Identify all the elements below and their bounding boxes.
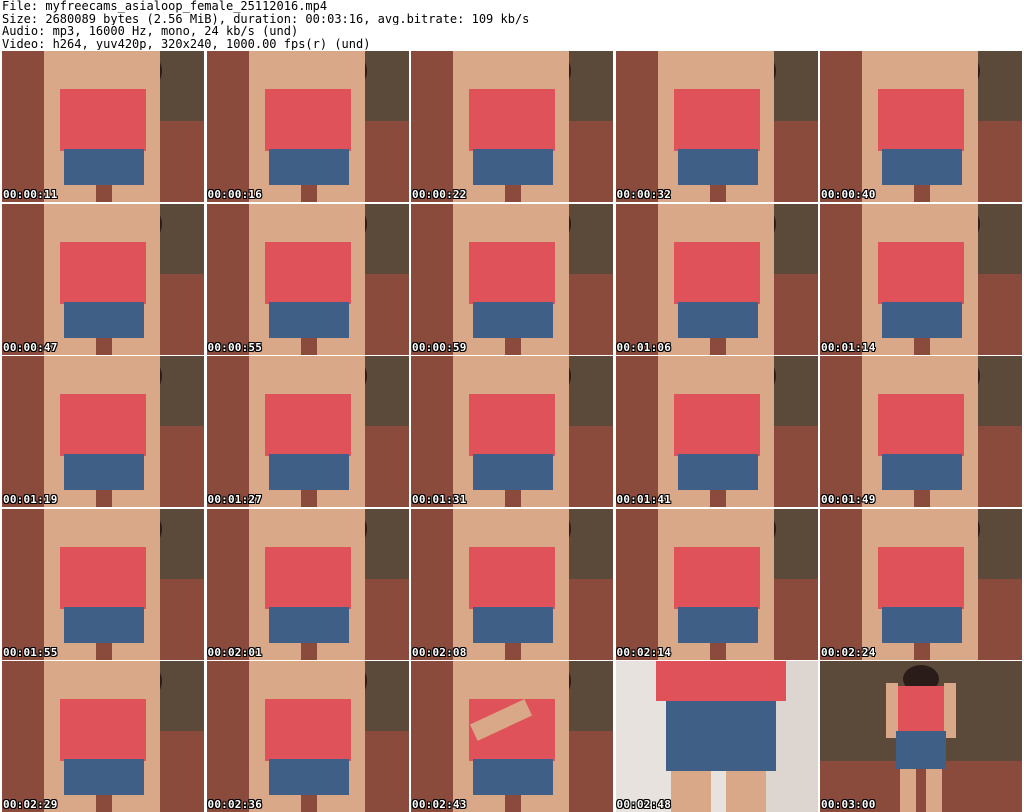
frame-image — [206, 661, 409, 812]
thumbnail-timestamp: 00:00:47 — [3, 340, 58, 354]
video-thumbnail: 00:01:14 — [820, 203, 1022, 355]
file-info-header: File: myfreecams_asialoop_female_2511201… — [2, 0, 1020, 50]
thumbnail-timestamp: 00:00:11 — [3, 188, 58, 201]
video-thumbnail: 00:00:11 — [2, 51, 204, 202]
thumbnail-timestamp: 00:02:48 — [616, 798, 672, 811]
frame-image — [615, 661, 818, 812]
frame-image — [615, 508, 818, 660]
thumbnail-timestamp: 00:00:32 — [616, 188, 672, 201]
frame-image — [206, 51, 409, 202]
frame-image — [820, 508, 1022, 660]
video-thumbnail: 00:00:59 — [411, 203, 613, 355]
frame-image — [820, 356, 1022, 507]
thumbnail-timestamp: 00:00:22 — [412, 188, 467, 201]
thumbnail-timestamp: 00:02:08 — [412, 645, 467, 659]
frame-image — [615, 51, 818, 202]
thumbnail-timestamp: 00:01:27 — [207, 493, 263, 506]
video-thumbnail: 00:01:31 — [411, 356, 613, 507]
thumbnail-timestamp: 00:01:19 — [3, 493, 58, 506]
video-thumbnail: 00:01:49 — [820, 356, 1022, 507]
frame-image — [2, 661, 204, 812]
thumbnail-grid: 00:00:11 00:00:16 00:00:22 00:00:32 00:00:40… — [2, 51, 1022, 812]
video-thumbnail: 00:00:47 — [2, 203, 204, 355]
video-thumbnail: 00:02:48 — [615, 661, 818, 812]
video-thumbnail: 00:02:24 — [820, 508, 1022, 660]
thumbnail-timestamp: 00:02:01 — [207, 645, 263, 659]
video-thumbnail: 00:02:36 — [206, 661, 409, 812]
frame-image — [206, 203, 409, 355]
video-thumbnail: 00:00:32 — [615, 51, 818, 202]
thumbnail-timestamp: 00:00:59 — [412, 340, 467, 354]
frame-image — [615, 203, 818, 355]
video-thumbnail: 00:00:55 — [206, 203, 409, 355]
video-thumbnail: 00:02:01 — [206, 508, 409, 660]
frame-image — [411, 203, 613, 355]
frame-image — [206, 508, 409, 660]
thumbnail-timestamp: 00:02:29 — [3, 798, 58, 811]
frame-image — [411, 508, 613, 660]
video-thumbnail: 00:01:41 — [615, 356, 818, 507]
video-thumbnail: 00:00:16 — [206, 51, 409, 202]
thumbnail-timestamp: 00:01:31 — [412, 493, 467, 506]
file-size-line: Size: 2680089 bytes (2.56 MiB), duration… — [2, 12, 530, 25]
video-thumbnail: 00:02:43 — [411, 661, 613, 812]
video-thumbnail: 00:00:22 — [411, 51, 613, 202]
thumbnail-timestamp: 00:02:14 — [616, 645, 672, 659]
thumbnail-timestamp: 00:01:14 — [821, 340, 876, 354]
frame-image — [2, 356, 204, 507]
video-thumbnail: 00:01:27 — [206, 356, 409, 507]
thumbnail-timestamp: 00:01:55 — [3, 645, 58, 659]
frame-image — [820, 51, 1022, 202]
video-thumbnail: 00:01:55 — [2, 508, 204, 660]
frame-image — [206, 356, 409, 507]
thumbnail-timestamp: 00:02:43 — [412, 798, 467, 811]
thumbnail-timestamp: 00:01:49 — [821, 493, 876, 506]
frame-image — [2, 51, 204, 202]
video-info-line: Video: h264, yuv420p, 320x240, 1000.00 f… — [2, 37, 371, 50]
thumbnail-timestamp: 00:02:24 — [821, 645, 876, 659]
thumbnail-timestamp: 00:01:41 — [616, 493, 672, 506]
video-thumbnail: 00:02:08 — [411, 508, 613, 660]
video-thumbnail: 00:03:00 — [820, 661, 1022, 812]
thumbnail-timestamp: 00:03:00 — [821, 798, 876, 811]
file-name-line: File: myfreecams_asialoop_female_2511201… — [2, 0, 328, 13]
frame-image — [2, 203, 204, 355]
thumbnail-timestamp: 00:02:36 — [207, 798, 263, 811]
video-thumbnail: 00:02:29 — [2, 661, 204, 812]
frame-image — [2, 508, 204, 660]
frame-image — [820, 661, 1022, 812]
thumbnail-timestamp: 00:00:40 — [821, 188, 876, 201]
frame-image — [820, 203, 1022, 355]
thumbnail-timestamp: 00:00:16 — [207, 188, 263, 201]
frame-image — [411, 51, 613, 202]
video-thumbnail: 00:02:14 — [615, 508, 818, 660]
video-thumbnail: 00:00:40 — [820, 51, 1022, 202]
frame-image — [411, 356, 613, 507]
audio-info-line: Audio: mp3, 16000 Hz, mono, 24 kb/s (und… — [2, 25, 299, 38]
frame-image — [615, 356, 818, 507]
video-thumbnail: 00:01:06 — [615, 203, 818, 355]
video-thumbnail: 00:01:19 — [2, 356, 204, 507]
thumbnail-timestamp: 00:00:55 — [207, 340, 263, 354]
thumbnail-timestamp: 00:01:06 — [616, 340, 672, 354]
frame-image — [411, 661, 613, 812]
